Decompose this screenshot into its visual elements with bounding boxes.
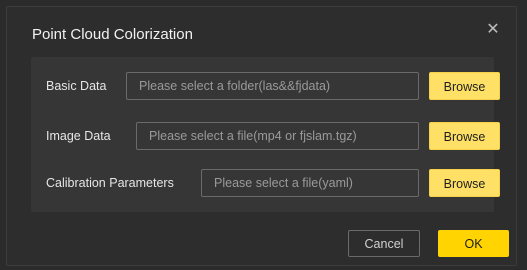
close-icon[interactable]: ✕ (484, 21, 502, 39)
image-data-browse-button[interactable]: Browse (429, 122, 500, 150)
dialog-title: Point Cloud Colorization (32, 26, 193, 43)
basic-data-label: Basic Data (46, 79, 107, 93)
image-data-input[interactable]: Please select a file(mp4 or fjslam.tgz) (136, 122, 419, 150)
basic-data-row: Basic Data Please select a folder(las&&f… (31, 72, 500, 100)
calibration-parameters-label: Calibration Parameters (46, 176, 174, 190)
cancel-button[interactable]: Cancel (348, 230, 420, 257)
calibration-parameters-input[interactable]: Please select a file(yaml) (201, 169, 419, 197)
basic-data-input[interactable]: Please select a folder(las&&fjdata) (126, 72, 419, 100)
image-data-label: Image Data (46, 129, 111, 143)
calibration-parameters-row: Calibration Parameters Please select a f… (31, 169, 500, 197)
calibration-parameters-browse-button[interactable]: Browse (429, 169, 500, 197)
input-panel: Basic Data Please select a folder(las&&f… (31, 57, 500, 212)
basic-data-browse-button[interactable]: Browse (429, 72, 500, 100)
point-cloud-colorization-dialog: Point Cloud Colorization ✕ Basic Data Pl… (6, 6, 517, 266)
ok-button[interactable]: OK (438, 230, 509, 257)
image-data-row: Image Data Please select a file(mp4 or f… (31, 122, 500, 150)
